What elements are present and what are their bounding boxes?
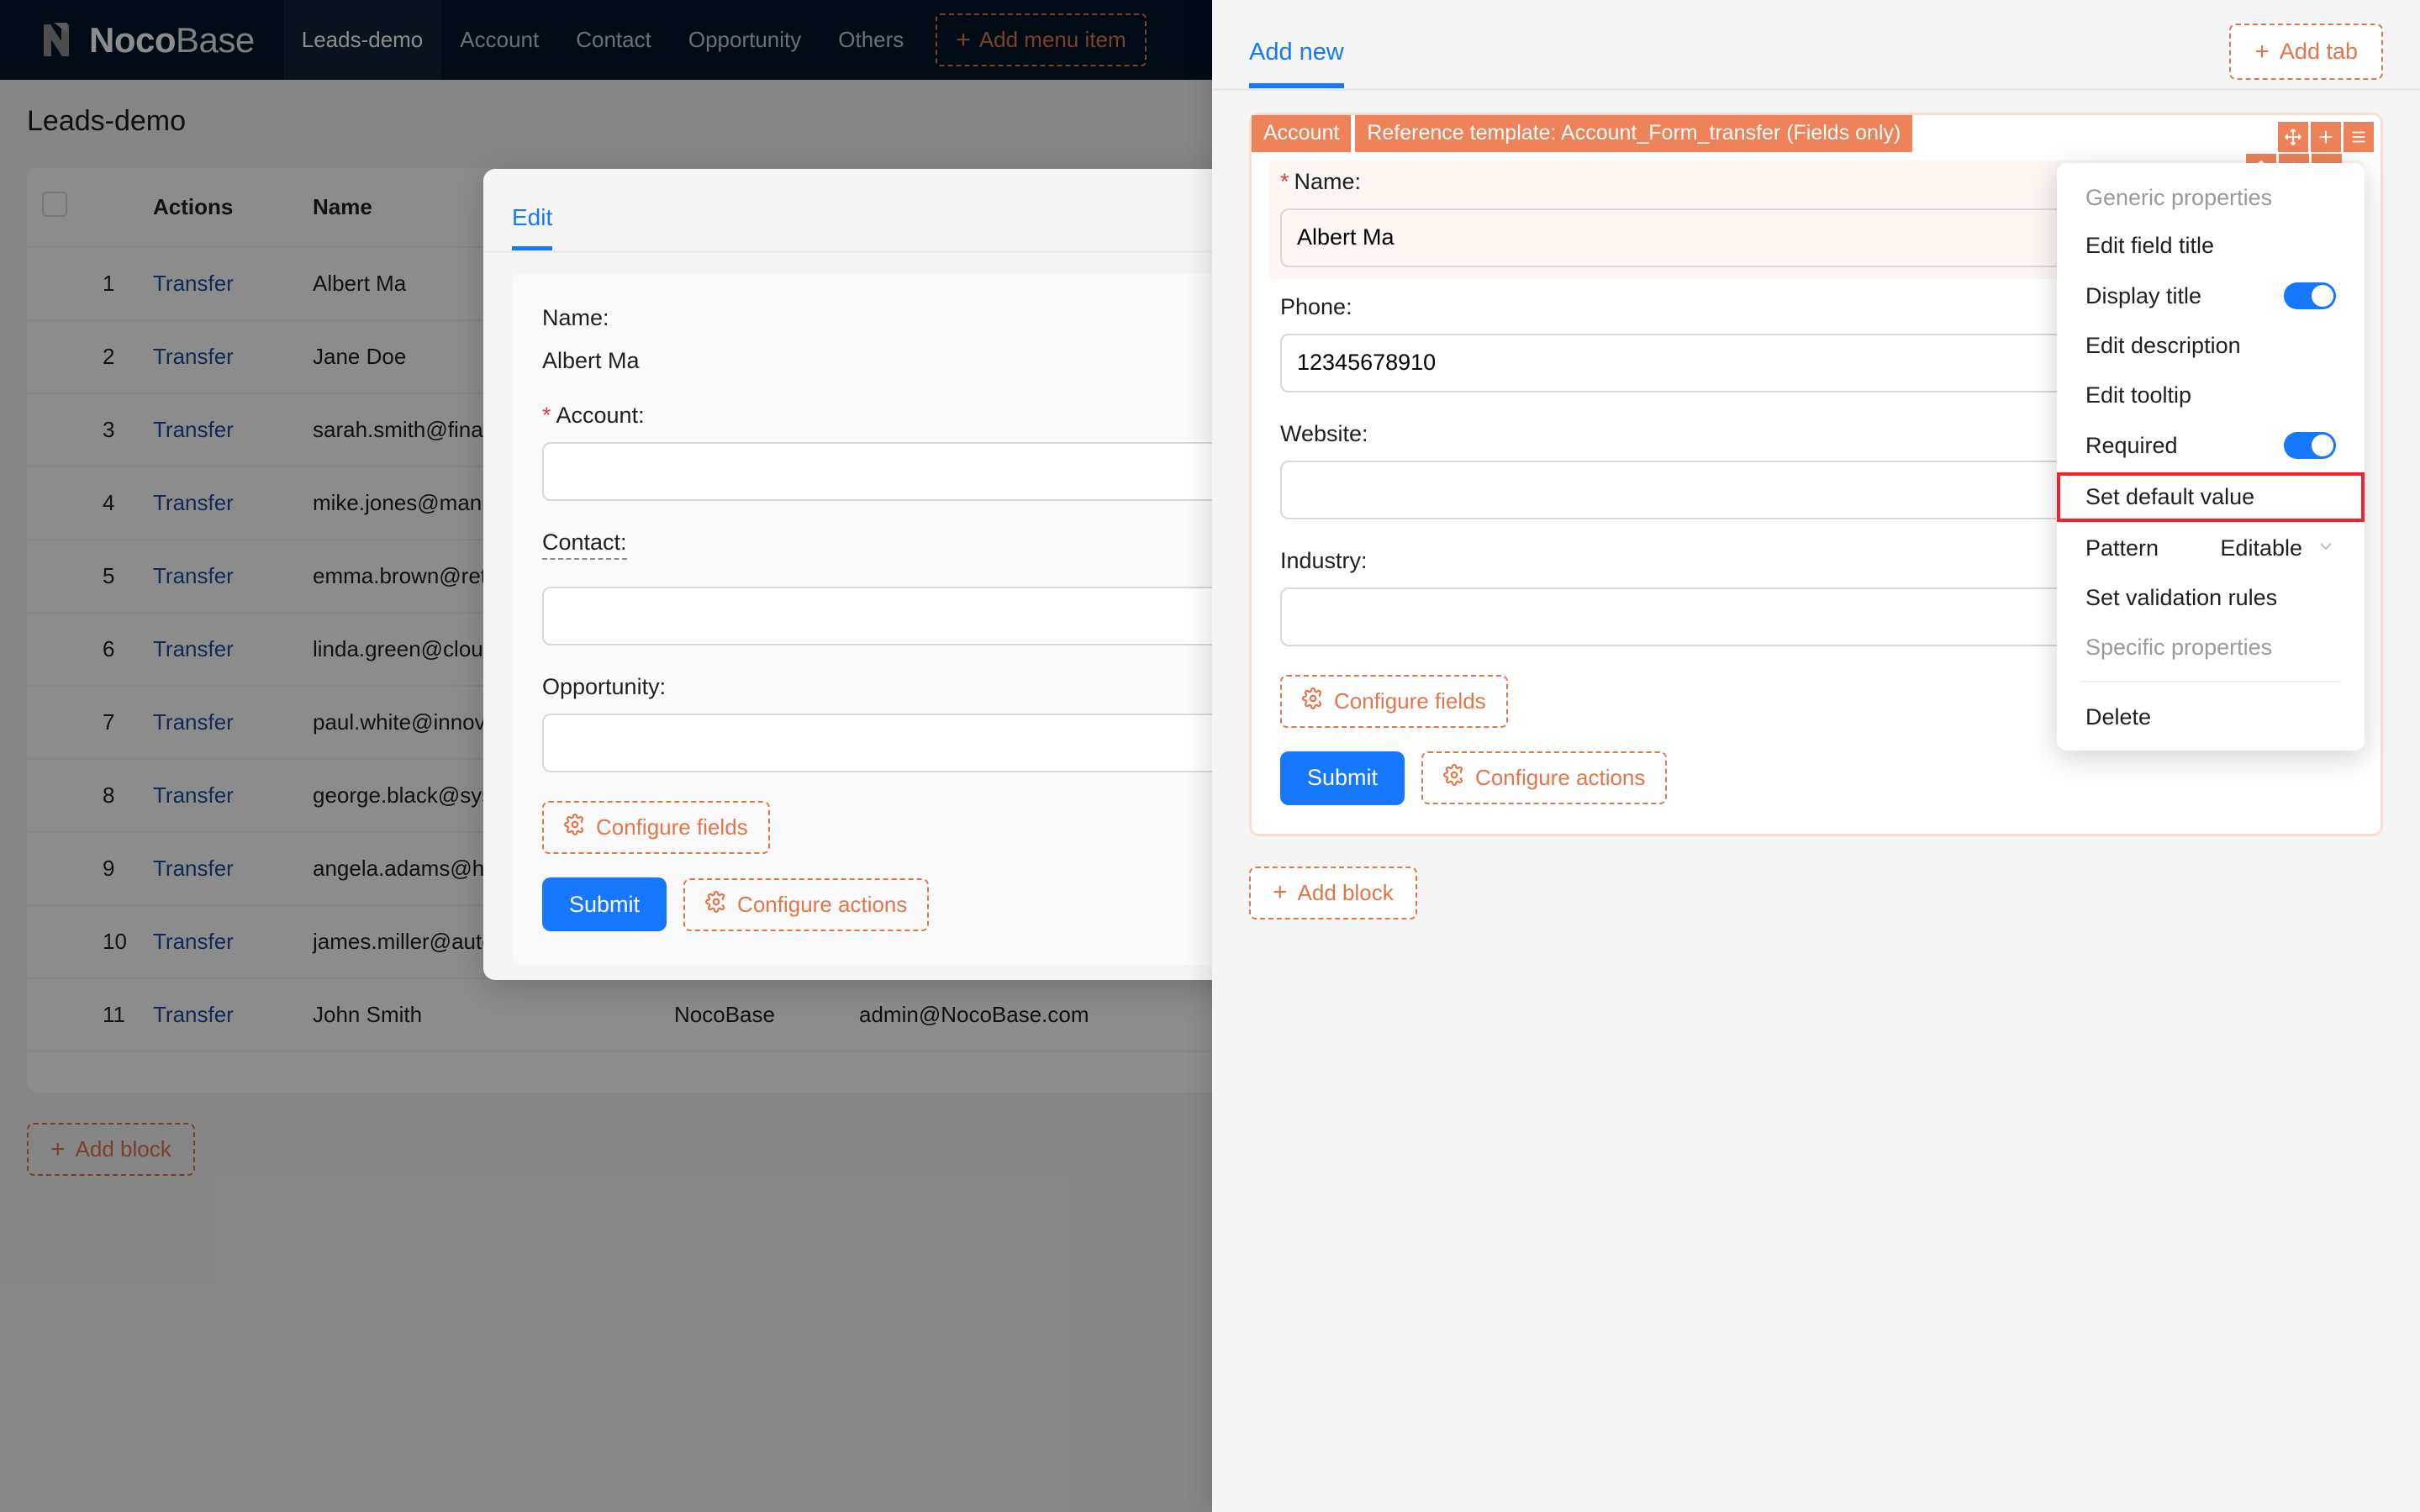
drawer-configure-actions-label: Configure actions (1475, 765, 1646, 790)
required-asterisk-icon: * (1280, 168, 1289, 194)
gear-icon (564, 814, 586, 841)
menu-item-set-validation-rules[interactable]: Set validation rules (2057, 573, 2365, 623)
menu-group-specific-properties: Specific properties (2085, 635, 2273, 660)
tab-edit[interactable]: Edit (512, 204, 553, 250)
block-template-tags: Account Reference template: Account_Form… (1252, 115, 2380, 152)
drag-move-icon[interactable] (2278, 122, 2308, 152)
menu-item-label: Required (2085, 432, 2178, 458)
edit-configure-actions-button[interactable]: Configure actions (683, 877, 930, 931)
tab-add-new[interactable]: Add new (1249, 39, 1344, 88)
menu-item-label: Delete (2085, 704, 2152, 730)
edit-configure-actions-label: Configure actions (737, 891, 908, 917)
edit-configure-fields-button[interactable]: Configure fields (542, 801, 770, 854)
drawer-add-block-button[interactable]: + Add block (1249, 866, 1417, 919)
gear-icon (705, 890, 727, 919)
plus-icon: + (1273, 878, 1288, 906)
drawer-header: Add new + Add tab (1212, 0, 2420, 91)
menu-icon[interactable] (2344, 122, 2374, 152)
add-tab-button[interactable]: + Add tab (2229, 24, 2383, 80)
block-reference-template-tag[interactable]: Reference template: Account_Form_transfe… (1355, 115, 1913, 152)
menu-item-required[interactable]: Required (2057, 420, 2365, 471)
drawer-configure-fields-button[interactable]: Configure fields (1280, 674, 1508, 728)
pattern-value-wrap[interactable]: Editable (2220, 535, 2336, 561)
menu-item-label: Pattern (2085, 535, 2159, 561)
pattern-value: Editable (2220, 535, 2302, 561)
drawer-actions-row: Submit Configure actions (1280, 751, 2352, 805)
menu-item-label: Edit description (2085, 333, 2241, 358)
chevron-down-icon (2316, 536, 2336, 561)
drawer-add-block-label: Add block (1297, 879, 1394, 905)
plus-icon: + (2254, 37, 2270, 66)
menu-item-label: Set validation rules (2085, 585, 2278, 610)
required-asterisk-icon: * (542, 403, 551, 428)
gear-icon (1302, 687, 1324, 715)
plus-icon[interactable] (2311, 122, 2341, 152)
block-toolbar (2278, 122, 2374, 152)
menu-item-label: Edit tooltip (2085, 382, 2192, 408)
menu-item-pattern[interactable]: Pattern Editable (2057, 524, 2365, 573)
menu-item-display-title[interactable]: Display title (2057, 271, 2365, 321)
menu-item-label: Edit field title (2085, 233, 2215, 258)
menu-item-edit-tooltip[interactable]: Edit tooltip (2057, 371, 2365, 420)
edit-field-contact-label: Contact: (542, 529, 627, 560)
drawer-configure-actions-button[interactable]: Configure actions (1421, 751, 1668, 804)
menu-item-edit-description[interactable]: Edit description (2057, 321, 2365, 371)
required-toggle[interactable] (2284, 432, 2336, 459)
block-collection-tag[interactable]: Account (1252, 115, 1352, 152)
display-title-toggle[interactable] (2284, 282, 2336, 309)
add-tab-label: Add tab (2279, 39, 2358, 64)
menu-item-set-default-value[interactable]: Set default value (2057, 472, 2365, 522)
menu-item-edit-field-title[interactable]: Edit field title (2057, 221, 2365, 271)
edit-configure-fields-label: Configure fields (596, 814, 748, 840)
gear-icon (1443, 764, 1465, 792)
drawer-submit-button[interactable]: Submit (1280, 751, 1405, 805)
menu-group-generic-properties: Generic properties (2085, 185, 2273, 210)
menu-item-delete[interactable]: Delete (2057, 693, 2365, 742)
edit-submit-button[interactable]: Submit (542, 877, 667, 931)
field-settings-dropdown: Generic properties Edit field title Disp… (2057, 163, 2365, 751)
menu-item-label: Display title (2085, 282, 2202, 308)
menu-divider (2080, 681, 2341, 682)
drawer-configure-fields-label: Configure fields (1334, 688, 1486, 714)
menu-item-label: Set default value (2085, 484, 2255, 509)
